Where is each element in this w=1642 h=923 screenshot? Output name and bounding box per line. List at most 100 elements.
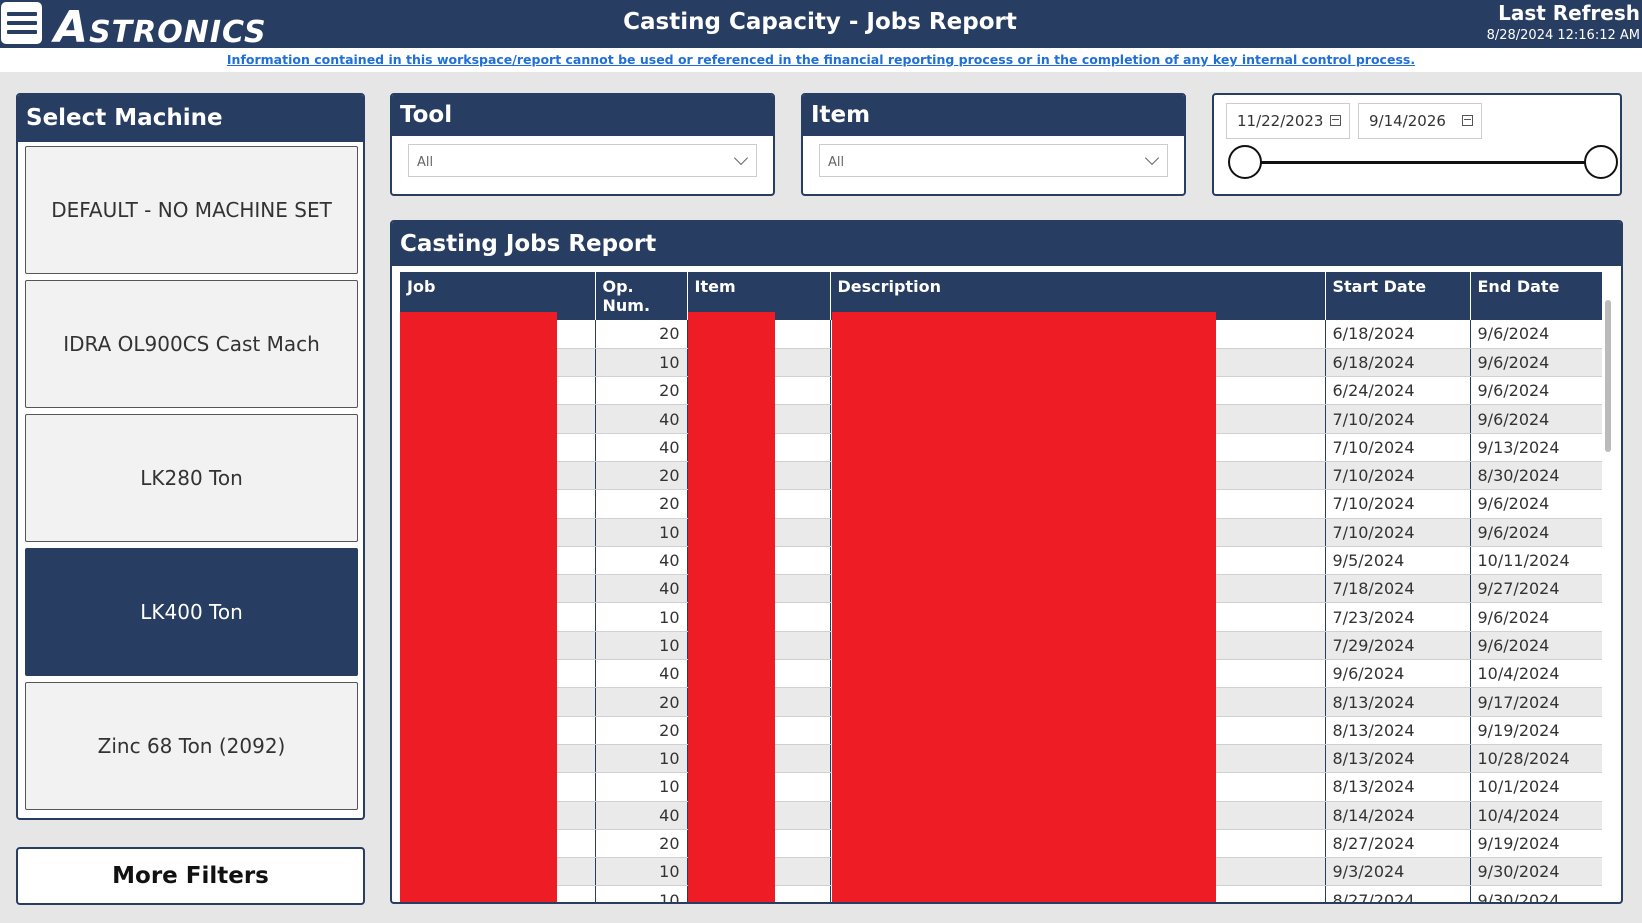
start-date-cell: 8/13/2024 — [1325, 716, 1471, 745]
machine-option[interactable]: Zinc 68 Ton (2092) — [25, 682, 358, 810]
end-date-cell: 9/19/2024 — [1470, 829, 1602, 859]
end-date-cell: 9/6/2024 — [1470, 320, 1602, 349]
machine-option[interactable]: DEFAULT - NO MACHINE SET — [25, 146, 358, 274]
start-date-value: 11/22/2023 — [1237, 112, 1324, 130]
machine-selector-title: Select Machine — [18, 95, 363, 142]
op-num-cell: 10 — [595, 348, 688, 378]
casting-jobs-report: Casting Jobs Report Job Op. Num. Item Descr… — [390, 220, 1623, 904]
machine-selector: Select Machine DEFAULT - NO MACHINE SET I… — [16, 93, 365, 820]
machine-option[interactable]: LK400 Ton — [25, 548, 358, 676]
start-date-cell: 8/27/2024 — [1325, 885, 1471, 902]
end-date-cell: 9/13/2024 — [1470, 433, 1602, 462]
calendar-icon[interactable] — [1462, 115, 1473, 126]
last-refresh-label: Last Refresh — [1498, 1, 1640, 25]
op-num-cell: 40 — [595, 433, 688, 462]
op-num-cell: 40 — [595, 404, 688, 434]
op-num-cell: 20 — [595, 320, 688, 349]
end-date-cell: 10/28/2024 — [1470, 744, 1602, 774]
end-date-cell: 10/11/2024 — [1470, 546, 1602, 576]
column-header[interactable]: End Date — [1470, 272, 1602, 320]
end-date-value: 9/14/2026 — [1369, 112, 1446, 130]
start-date-cell: 6/18/2024 — [1325, 348, 1471, 378]
last-refresh-time: 8/28/2024 12:16:12 AM — [1486, 28, 1640, 43]
end-date-cell: 10/1/2024 — [1470, 772, 1602, 802]
date-range-slicer: 11/22/2023 9/14/2026 — [1212, 93, 1622, 196]
start-date-input[interactable]: 11/22/2023 — [1226, 103, 1350, 139]
end-date-cell: 9/6/2024 — [1470, 631, 1602, 661]
column-header[interactable]: Start Date — [1325, 272, 1471, 320]
start-date-cell: 7/29/2024 — [1325, 631, 1471, 661]
op-num-cell: 40 — [595, 659, 688, 689]
start-date-cell: 8/14/2024 — [1325, 801, 1471, 830]
more-filters-button[interactable]: More Filters — [16, 847, 365, 905]
op-num-cell: 20 — [595, 716, 688, 745]
end-date-cell: 9/19/2024 — [1470, 716, 1602, 745]
end-date-cell: 9/6/2024 — [1470, 489, 1602, 519]
redacted-job-column — [400, 312, 557, 902]
start-date-cell: 7/10/2024 — [1325, 404, 1471, 434]
machine-option[interactable]: IDRA OL900CS Cast Mach — [25, 280, 358, 408]
start-date-cell: 9/3/2024 — [1325, 857, 1471, 887]
op-num-cell: 20 — [595, 489, 688, 519]
redacted-description-column — [832, 312, 1216, 902]
start-date-cell: 7/18/2024 — [1325, 574, 1471, 604]
start-date-cell: 8/27/2024 — [1325, 829, 1471, 859]
start-date-cell: 9/5/2024 — [1325, 546, 1471, 576]
op-num-cell: 10 — [595, 885, 688, 902]
op-num-cell: 10 — [595, 602, 688, 632]
op-num-cell: 20 — [595, 687, 688, 717]
start-date-cell: 7/23/2024 — [1325, 602, 1471, 632]
end-date-cell: 9/30/2024 — [1470, 857, 1602, 887]
table-scrollbar[interactable] — [1605, 300, 1611, 452]
tool-filter: Tool All — [390, 93, 775, 196]
start-date-cell: 8/13/2024 — [1325, 687, 1471, 717]
start-date-cell: 7/10/2024 — [1325, 489, 1471, 519]
op-num-cell: 20 — [595, 376, 688, 406]
end-date-cell: 10/4/2024 — [1470, 659, 1602, 689]
date-slider-start-handle[interactable] — [1228, 145, 1262, 179]
end-date-cell: 9/6/2024 — [1470, 602, 1602, 632]
chevron-down-icon — [1144, 150, 1160, 166]
date-slider-track[interactable] — [1244, 161, 1600, 164]
start-date-cell: 7/10/2024 — [1325, 461, 1471, 491]
report-title: Casting Jobs Report — [392, 222, 1621, 266]
tool-dropdown[interactable]: All — [408, 144, 757, 177]
date-slider-end-handle[interactable] — [1584, 145, 1618, 179]
astronics-logo: ASTRONICS — [54, 2, 267, 53]
hamburger-menu-icon[interactable] — [1, 2, 42, 44]
start-date-cell: 6/24/2024 — [1325, 376, 1471, 406]
disclaimer-link[interactable]: Information contained in this workspace/… — [227, 52, 1415, 67]
end-date-cell: 10/4/2024 — [1470, 801, 1602, 830]
start-date-cell: 7/10/2024 — [1325, 518, 1471, 547]
end-date-cell: 9/6/2024 — [1470, 348, 1602, 378]
end-date-cell: 9/17/2024 — [1470, 687, 1602, 717]
tool-dropdown-value: All — [417, 155, 434, 170]
end-date-cell: 9/6/2024 — [1470, 376, 1602, 406]
start-date-cell: 8/13/2024 — [1325, 772, 1471, 802]
end-date-cell: 9/30/2024 — [1470, 885, 1602, 902]
item-filter-title: Item — [803, 95, 1184, 136]
item-filter: Item All — [801, 93, 1186, 196]
op-num-cell: 20 — [595, 461, 688, 491]
op-num-cell: 10 — [595, 518, 688, 547]
end-date-cell: 9/6/2024 — [1470, 518, 1602, 547]
machine-list: DEFAULT - NO MACHINE SET IDRA OL900CS Cas… — [18, 142, 363, 810]
notice-bar: Information contained in this workspace/… — [0, 48, 1642, 72]
op-num-cell: 10 — [595, 857, 688, 887]
page-title: Casting Capacity - Jobs Report — [623, 9, 1017, 35]
start-date-cell: 9/6/2024 — [1325, 659, 1471, 689]
end-date-input[interactable]: 9/14/2026 — [1358, 103, 1482, 139]
calendar-icon[interactable] — [1330, 115, 1341, 126]
start-date-cell: 7/10/2024 — [1325, 433, 1471, 462]
item-dropdown[interactable]: All — [819, 144, 1168, 177]
machine-option[interactable]: LK280 Ton — [25, 414, 358, 542]
op-num-cell: 20 — [595, 829, 688, 859]
op-num-cell: 10 — [595, 772, 688, 802]
tool-filter-title: Tool — [392, 95, 773, 136]
column-header[interactable]: Op. Num. — [595, 272, 688, 320]
start-date-cell: 6/18/2024 — [1325, 320, 1471, 349]
redacted-item-column — [688, 312, 775, 902]
op-num-cell: 40 — [595, 801, 688, 830]
op-num-cell: 40 — [595, 546, 688, 576]
header-bar: ASTRONICS Casting Capacity - Jobs Report… — [0, 0, 1642, 53]
